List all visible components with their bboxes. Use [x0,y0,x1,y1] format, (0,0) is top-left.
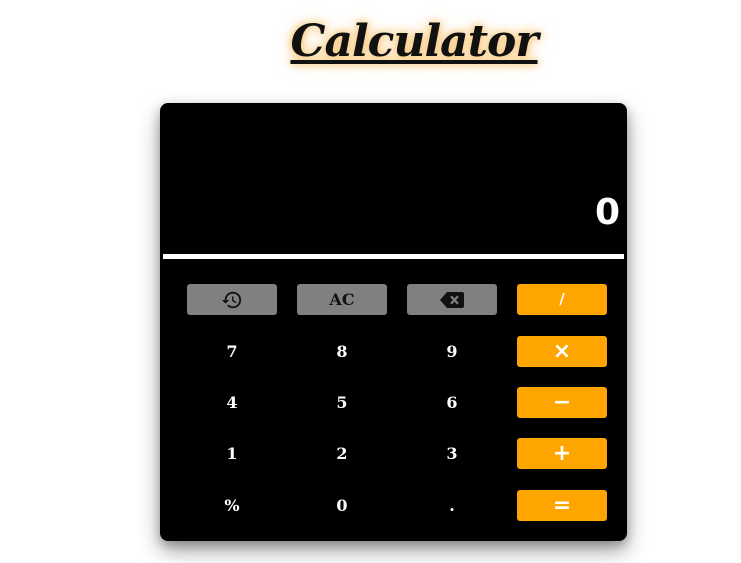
keypad-row: % 0 . = [187,490,607,521]
subtract-button[interactable]: − [517,387,607,418]
digit-5-button[interactable]: 5 [297,387,387,418]
keypad-row: AC / [187,284,607,315]
decimal-button[interactable]: . [407,490,497,521]
digit-1-button[interactable]: 1 [187,438,277,469]
digit-6-button[interactable]: 6 [407,387,497,418]
backspace-button[interactable] [407,284,497,315]
backspace-icon [407,291,497,308]
equals-button[interactable]: = [517,490,607,521]
divide-button[interactable]: / [517,284,607,315]
keypad-row: 1 2 3 + [187,438,607,469]
keypad-row: 7 8 9 × [187,336,607,367]
digit-8-button[interactable]: 8 [297,336,387,367]
history-icon [187,289,277,311]
multiply-button[interactable]: × [517,336,607,367]
display-divider [163,254,624,259]
add-button[interactable]: + [517,438,607,469]
percent-button[interactable]: % [187,490,277,521]
all-clear-button[interactable]: AC [297,284,387,315]
keypad-row: 4 5 6 − [187,387,607,418]
digit-4-button[interactable]: 4 [187,387,277,418]
digit-7-button[interactable]: 7 [187,336,277,367]
digit-2-button[interactable]: 2 [297,438,387,469]
digit-9-button[interactable]: 9 [407,336,497,367]
digit-0-button[interactable]: 0 [297,490,387,521]
page-title: Calculator [290,16,538,67]
digit-3-button[interactable]: 3 [407,438,497,469]
display: 0 [160,103,627,253]
calculator-panel: 0 AC / 7 8 9 × 4 5 6 − 1 2 3 + % 0 . = [160,103,627,541]
display-value: 0 [594,192,620,233]
history-button[interactable] [187,284,277,315]
